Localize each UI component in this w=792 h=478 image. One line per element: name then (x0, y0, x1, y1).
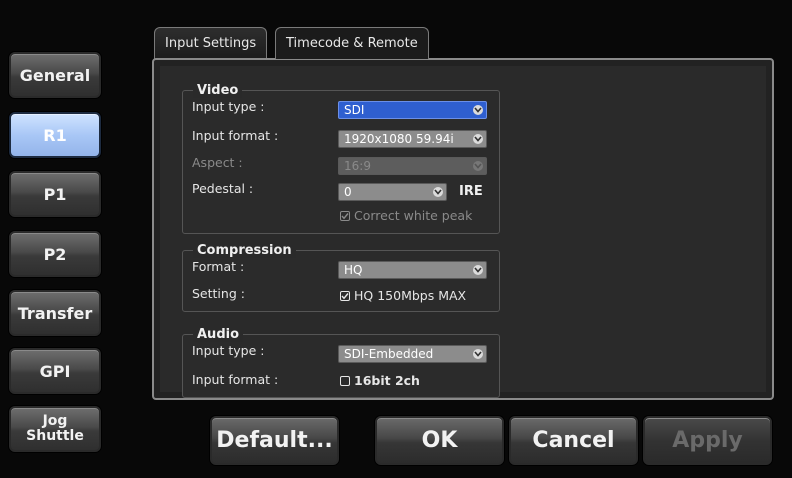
compression-group: Compression Format : HQ Setting : HQ 150… (182, 243, 500, 312)
tab-timecode-remote[interactable]: Timecode & Remote (275, 27, 429, 59)
video-aspect-label: Aspect : (192, 155, 243, 170)
audio-input-format-checkbox[interactable]: 16bit 2ch (340, 373, 420, 388)
video-input-type-label: Input type : (192, 99, 265, 114)
nav-gpi-label: GPI (39, 361, 71, 381)
tab-timecode-remote-label: Timecode & Remote (286, 36, 418, 51)
nav-r1[interactable]: R1 (9, 112, 101, 158)
checkbox-checked-icon (340, 290, 350, 301)
nav-p1-label: P1 (43, 184, 67, 204)
default-button[interactable]: Default... (210, 416, 339, 465)
nav-p2-label: P2 (43, 244, 67, 264)
video-input-type-value: SDI (344, 103, 365, 117)
tab-input-settings-label: Input Settings (165, 36, 257, 51)
correct-white-peak-label: Correct white peak (354, 208, 473, 223)
default-button-label: Default... (216, 428, 333, 453)
audio-input-type-label: Input type : (192, 343, 265, 358)
cancel-button[interactable]: Cancel (509, 416, 638, 465)
nav-p1[interactable]: P1 (9, 171, 101, 217)
checkbox-checked-icon (340, 210, 350, 221)
tab-input-settings[interactable]: Input Settings (154, 27, 268, 59)
chevron-down-icon (433, 187, 443, 197)
cancel-button-label: Cancel (532, 428, 615, 453)
audio-group-title: Audio (193, 327, 244, 342)
video-group-title: Video (193, 83, 243, 98)
compression-setting-value: HQ 150Mbps MAX (354, 288, 467, 303)
compression-format-dropdown[interactable]: HQ (338, 261, 487, 279)
video-input-format-label: Input format : (192, 128, 279, 143)
nav-gpi[interactable]: GPI (9, 348, 101, 394)
video-group: Video Input type : SDI Input format : 19… (182, 83, 500, 234)
chevron-down-icon (473, 105, 483, 115)
compression-setting-label: Setting : (192, 286, 245, 301)
nav-shuttle-label: Shuttle (26, 428, 84, 444)
chevron-down-icon (473, 161, 483, 171)
correct-white-peak-checkbox[interactable]: Correct white peak (340, 208, 472, 223)
chevron-down-icon (473, 265, 483, 275)
audio-input-type-dropdown[interactable]: SDI-Embedded (338, 345, 487, 363)
apply-button[interactable]: Apply (643, 416, 772, 465)
video-input-format-value: 1920x1080 59.94i (344, 132, 454, 146)
ok-button[interactable]: OK (375, 416, 504, 465)
video-pedestal-value: 0 (344, 185, 352, 199)
apply-button-label: Apply (672, 428, 743, 453)
audio-input-format-label: Input format : (192, 372, 279, 387)
nav-p2[interactable]: P2 (9, 231, 101, 277)
chevron-down-icon (473, 349, 483, 359)
audio-input-format-value: 16bit 2ch (354, 373, 420, 388)
compression-format-value: HQ (344, 263, 363, 277)
checkbox-unchecked-icon (340, 375, 350, 386)
video-input-format-dropdown[interactable]: 1920x1080 59.94i (338, 130, 487, 148)
nav-transfer-label: Transfer (17, 303, 93, 323)
compression-group-title: Compression (193, 243, 296, 258)
nav-jog-label: Jog (42, 413, 68, 429)
nav-general-label: General (19, 65, 91, 85)
video-input-type-dropdown[interactable]: SDI (338, 101, 487, 119)
nav-r1-label: R1 (43, 125, 67, 145)
compression-setting-checkbox[interactable]: HQ 150Mbps MAX (340, 288, 466, 303)
nav-transfer[interactable]: Transfer (9, 290, 101, 336)
settings-panel: Video Input type : SDI Input format : 19… (152, 58, 774, 400)
video-aspect-value: 16:9 (344, 159, 371, 173)
nav-jog-shuttle[interactable]: Jog Shuttle (9, 406, 101, 452)
video-pedestal-label: Pedestal : (192, 181, 254, 196)
video-aspect-dropdown[interactable]: 16:9 (338, 157, 487, 175)
video-pedestal-unit: IRE (459, 184, 483, 199)
video-pedestal-dropdown[interactable]: 0 (338, 183, 447, 201)
audio-input-type-value: SDI-Embedded (344, 347, 434, 361)
audio-group: Audio Input type : SDI-Embedded Input fo… (182, 327, 500, 398)
ok-button-label: OK (421, 428, 458, 453)
chevron-down-icon (473, 134, 483, 144)
compression-format-label: Format : (192, 259, 245, 274)
nav-general[interactable]: General (9, 52, 101, 98)
